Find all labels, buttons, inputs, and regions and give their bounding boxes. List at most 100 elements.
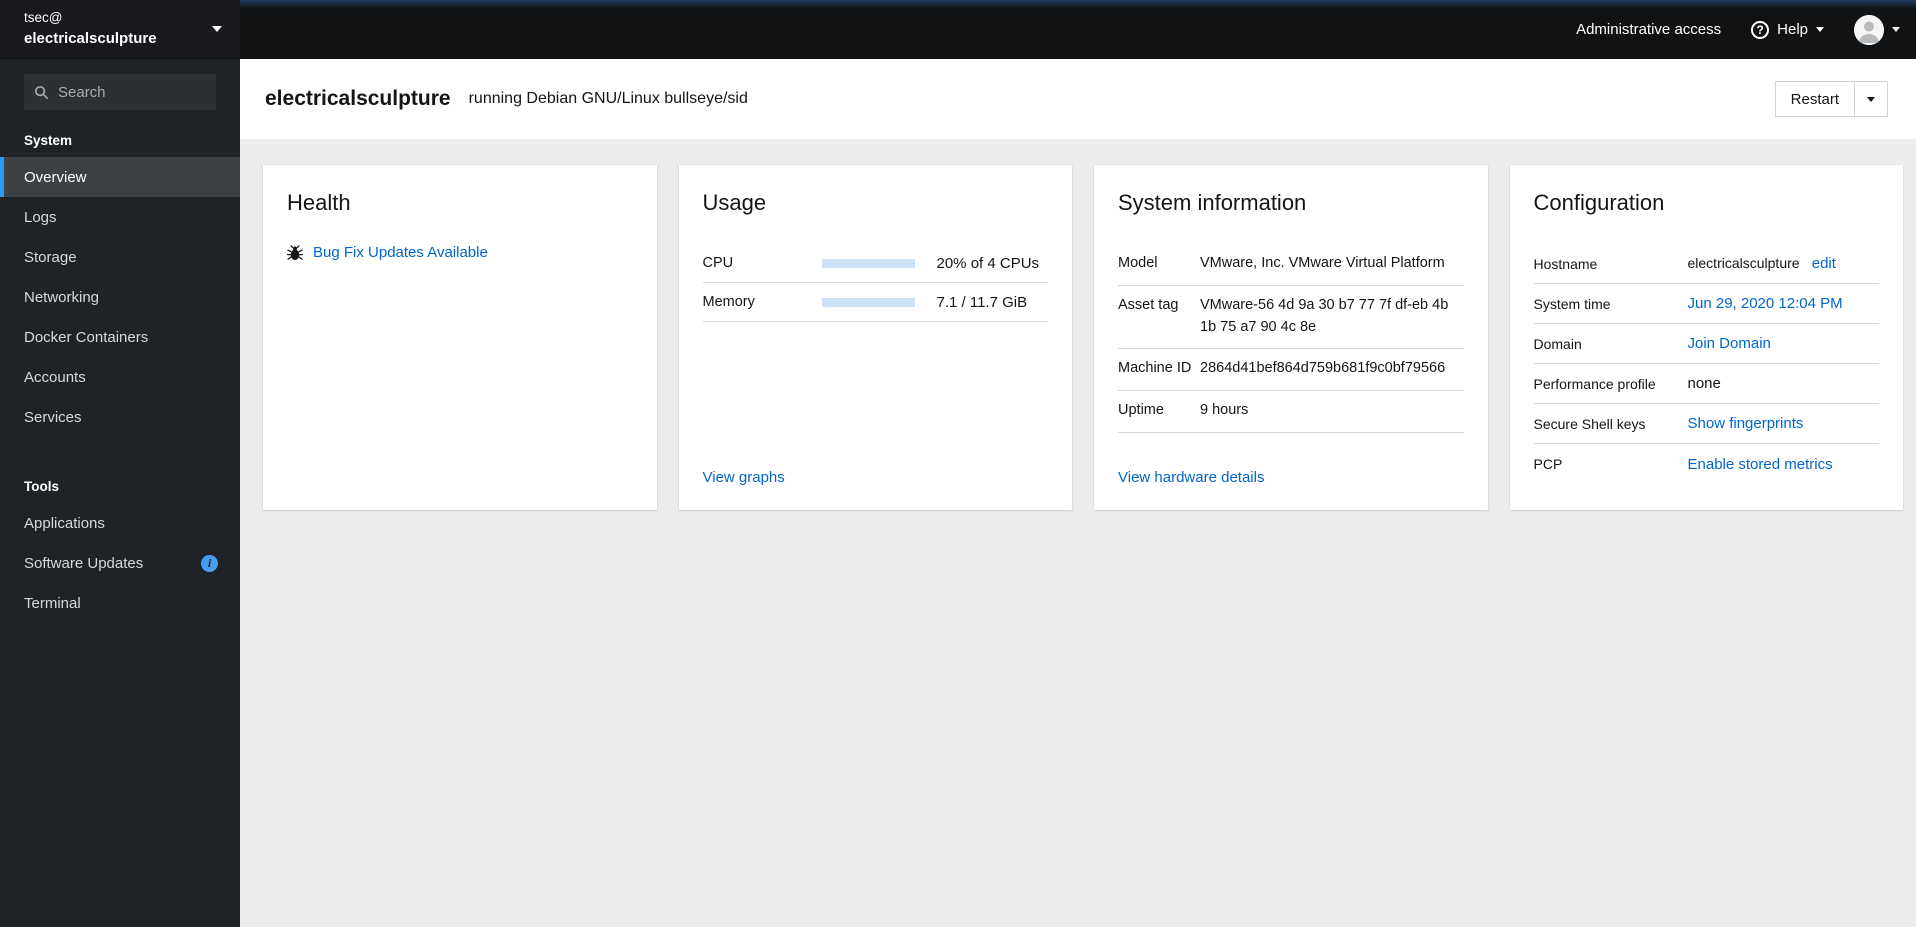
memory-usage-row: Memory 7.1 / 11.7 GiB [702, 283, 1048, 322]
nav-item-label: Overview [24, 168, 87, 186]
sidebar-item-storage[interactable]: Storage [0, 237, 240, 277]
show-fingerprints-link[interactable]: Show fingerprints [1688, 415, 1804, 432]
os-description: running Debian GNU/Linux bullseye/sid [468, 90, 748, 107]
user-menu-button[interactable] [1854, 14, 1900, 45]
main-area: Administrative access ? Help electricals… [240, 0, 1916, 927]
chevron-down-icon [1816, 27, 1824, 32]
performance-profile-row: Performance profile none [1533, 364, 1879, 404]
restart-split-button: Restart [1774, 81, 1888, 117]
configuration-card: Configuration Hostname electricalsculptu… [1509, 165, 1903, 510]
help-label: Help [1777, 21, 1808, 38]
join-domain-link[interactable]: Join Domain [1688, 335, 1771, 352]
model-label: Model [1118, 255, 1158, 271]
view-graphs-link[interactable]: View graphs [703, 469, 1049, 486]
cpu-usage-value: 20% of 4 CPUs [936, 254, 1040, 272]
usage-card-title: Usage [702, 190, 767, 215]
sidebar-nav: System Overview Logs Storage Networking … [0, 116, 240, 623]
pcp-row: PCP Enable stored metrics [1534, 444, 1880, 484]
machine-id-row: Machine ID 2864d41bef864d759b681f9c0bf79… [1118, 349, 1464, 391]
sidebar-item-terminal[interactable]: Terminal [0, 583, 240, 623]
hostname-value: electricalsculpture [1687, 255, 1800, 271]
model-value: VMware, Inc. VMware Virtual Platform [1200, 255, 1445, 271]
app-window: tsec@ electricalsculpture System Overvie… [0, 0, 1916, 927]
domain-row: Domain Join Domain [1533, 324, 1879, 364]
asset-tag-label: Asset tag [1118, 296, 1179, 313]
secure-shell-keys-row: Secure Shell keys Show fingerprints [1533, 404, 1879, 444]
uptime-label: Uptime [1118, 402, 1164, 418]
system-information-card: System information Model VMware, Inc. VM… [1094, 165, 1488, 510]
masthead: Administrative access ? Help [240, 0, 1916, 59]
uptime-row: Uptime 9 hours [1118, 391, 1464, 433]
hostname-row: Hostname electricalsculpture edit [1533, 244, 1879, 284]
model-row: Model VMware, Inc. VMware Virtual Platfo… [1118, 244, 1464, 286]
sidebar-search[interactable] [24, 74, 216, 110]
administrative-access-button[interactable]: Administrative access [1576, 21, 1721, 38]
nav-item-label: Applications [24, 514, 105, 532]
info-badge-icon: i [201, 554, 218, 572]
uptime-value: 9 hours [1200, 402, 1249, 418]
help-menu-button[interactable]: ? Help [1751, 20, 1824, 39]
sidebar-item-accounts[interactable]: Accounts [0, 357, 240, 397]
usage-card: Usage CPU 20% of 4 CPUs Memory 7.1 / 11.… [678, 165, 1072, 510]
system-time-link[interactable]: Jun 29, 2020 12:04 PM [1688, 295, 1843, 312]
memory-progress-bar [821, 297, 915, 307]
page-header: electricalsculpture running Debian GNU/L… [240, 59, 1916, 139]
administrative-access-label: Administrative access [1576, 21, 1722, 38]
configuration-card-title: Configuration [1533, 190, 1665, 215]
performance-profile-value: none [1687, 375, 1721, 392]
sidebar: tsec@ electricalsculpture System Overvie… [0, 0, 240, 927]
sidebar-item-networking[interactable]: Networking [0, 277, 240, 317]
memory-label: Memory [702, 294, 755, 310]
secure-shell-keys-label: Secure Shell keys [1533, 415, 1646, 432]
nav-section-tools: Tools [24, 479, 59, 494]
hostname-edit-link[interactable]: edit [1812, 255, 1836, 272]
nav-item-label: Accounts [24, 368, 86, 386]
nav-section-system: System [24, 133, 73, 148]
health-item: Bug Fix Updates Available [287, 244, 633, 261]
machine-id-label: Machine ID [1118, 360, 1192, 377]
health-card-title: Health [287, 190, 351, 215]
chevron-down-icon [1867, 96, 1875, 102]
user-avatar-icon [1854, 14, 1884, 45]
question-circle-icon: ? [1751, 20, 1770, 39]
cpu-progress-bar [821, 258, 915, 268]
system-time-row: System time Jun 29, 2020 12:04 PM [1533, 284, 1879, 324]
restart-button[interactable]: Restart [1775, 82, 1854, 116]
search-input[interactable] [58, 83, 206, 101]
sidebar-item-software-updates[interactable]: Software Updates i [0, 543, 240, 583]
health-card: Health Bug Fix Updates Available [263, 165, 657, 510]
sidebar-item-docker-containers[interactable]: Docker Containers [0, 317, 240, 357]
machine-id-value: 2864d41bef864d759b681f9c0bf79566 [1200, 360, 1446, 377]
restart-dropdown-toggle[interactable] [1854, 82, 1887, 116]
current-host: electricalsculpture [24, 29, 157, 47]
bug-icon [287, 244, 303, 260]
pcp-label: PCP [1533, 456, 1563, 472]
sidebar-item-applications[interactable]: Applications [0, 503, 240, 543]
asset-tag-row: Asset tag VMware-56 4d 9a 30 b7 77 7f df… [1118, 286, 1464, 350]
chevron-down-icon [1892, 27, 1900, 32]
domain-label: Domain [1533, 335, 1582, 352]
nav-item-label: Storage [24, 248, 77, 266]
performance-profile-label: Performance profile [1533, 375, 1656, 392]
system-information-card-title: System information [1118, 190, 1307, 215]
asset-tag-value: VMware-56 4d 9a 30 b7 77 7f df-eb 4b 1b … [1200, 296, 1449, 335]
search-icon [34, 85, 49, 99]
sidebar-item-logs[interactable]: Logs [0, 197, 240, 237]
hostname-label: Hostname [1533, 255, 1598, 272]
sidebar-item-overview[interactable]: Overview [0, 157, 240, 197]
overview-content: Health Bug Fix Updates Available Usage C… [240, 139, 1916, 927]
nav-item-label: Networking [24, 288, 100, 306]
nav-item-label: Logs [24, 208, 57, 226]
sidebar-item-services[interactable]: Services [0, 397, 240, 437]
view-hardware-details-link[interactable]: View hardware details [1118, 469, 1464, 486]
system-time-label: System time [1533, 295, 1611, 312]
bug-fix-updates-link[interactable]: Bug Fix Updates Available [313, 244, 488, 261]
chevron-down-icon [212, 26, 222, 32]
nav-item-label: Terminal [24, 594, 81, 612]
cpu-usage-row: CPU 20% of 4 CPUs [702, 244, 1048, 283]
host-switcher[interactable]: tsec@ electricalsculpture [0, 0, 240, 59]
nav-item-label: Services [24, 408, 82, 426]
enable-stored-metrics-link[interactable]: Enable stored metrics [1688, 456, 1833, 473]
nav-item-label: Software Updates [24, 554, 144, 572]
page-title-hostname: electricalsculpture [265, 87, 451, 110]
